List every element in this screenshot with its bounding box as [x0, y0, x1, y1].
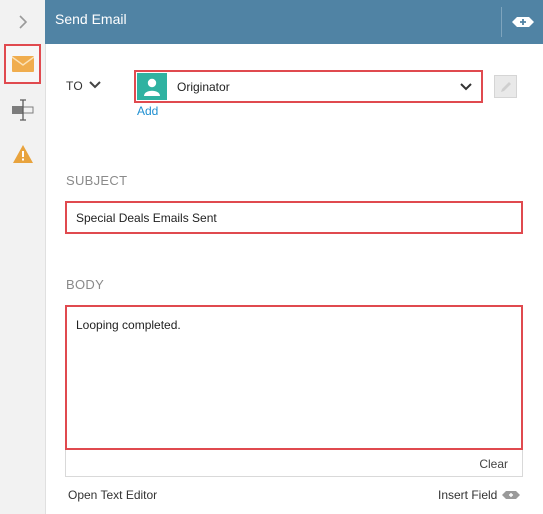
expand-panel-button[interactable] — [0, 2, 45, 42]
panel-title: Send Email — [55, 11, 127, 27]
panel-header: Send Email — [45, 0, 543, 44]
avatar — [137, 73, 167, 100]
chevron-down-icon[interactable] — [459, 81, 473, 93]
body-textarea[interactable]: Looping completed. — [65, 305, 523, 450]
clear-button[interactable]: Clear — [479, 457, 508, 471]
chevron-down-icon[interactable] — [88, 78, 102, 92]
insert-field-button[interactable]: Insert Field — [438, 488, 521, 502]
add-step-button[interactable] — [511, 12, 535, 32]
left-toolbar — [0, 0, 46, 514]
text-field-icon — [11, 99, 33, 121]
warning-icon — [12, 145, 33, 163]
user-icon — [144, 78, 160, 96]
add-recipient-link[interactable]: Add — [137, 104, 158, 118]
insert-field-label: Insert Field — [438, 488, 498, 502]
edit-recipient-button[interactable] — [494, 75, 517, 98]
insert-field-icon — [502, 491, 521, 499]
email-step-button[interactable] — [4, 44, 41, 84]
pencil-icon — [500, 81, 511, 92]
add-step-icon — [512, 17, 534, 27]
text-field-button[interactable] — [0, 90, 45, 130]
subject-label: SUBJECT — [66, 173, 128, 188]
body-label: BODY — [66, 277, 105, 292]
body-footer: Clear — [65, 450, 523, 477]
chevron-right-icon — [18, 15, 27, 29]
to-label: TO — [66, 79, 84, 93]
header-divider — [501, 7, 502, 37]
recipient-value: Originator — [177, 80, 230, 94]
envelope-icon — [11, 56, 34, 72]
recipient-select[interactable]: Originator — [134, 70, 483, 103]
open-text-editor-link[interactable]: Open Text Editor — [68, 488, 157, 502]
subject-input[interactable]: Special Deals Emails Sent — [65, 201, 523, 234]
warning-button[interactable] — [0, 134, 45, 174]
